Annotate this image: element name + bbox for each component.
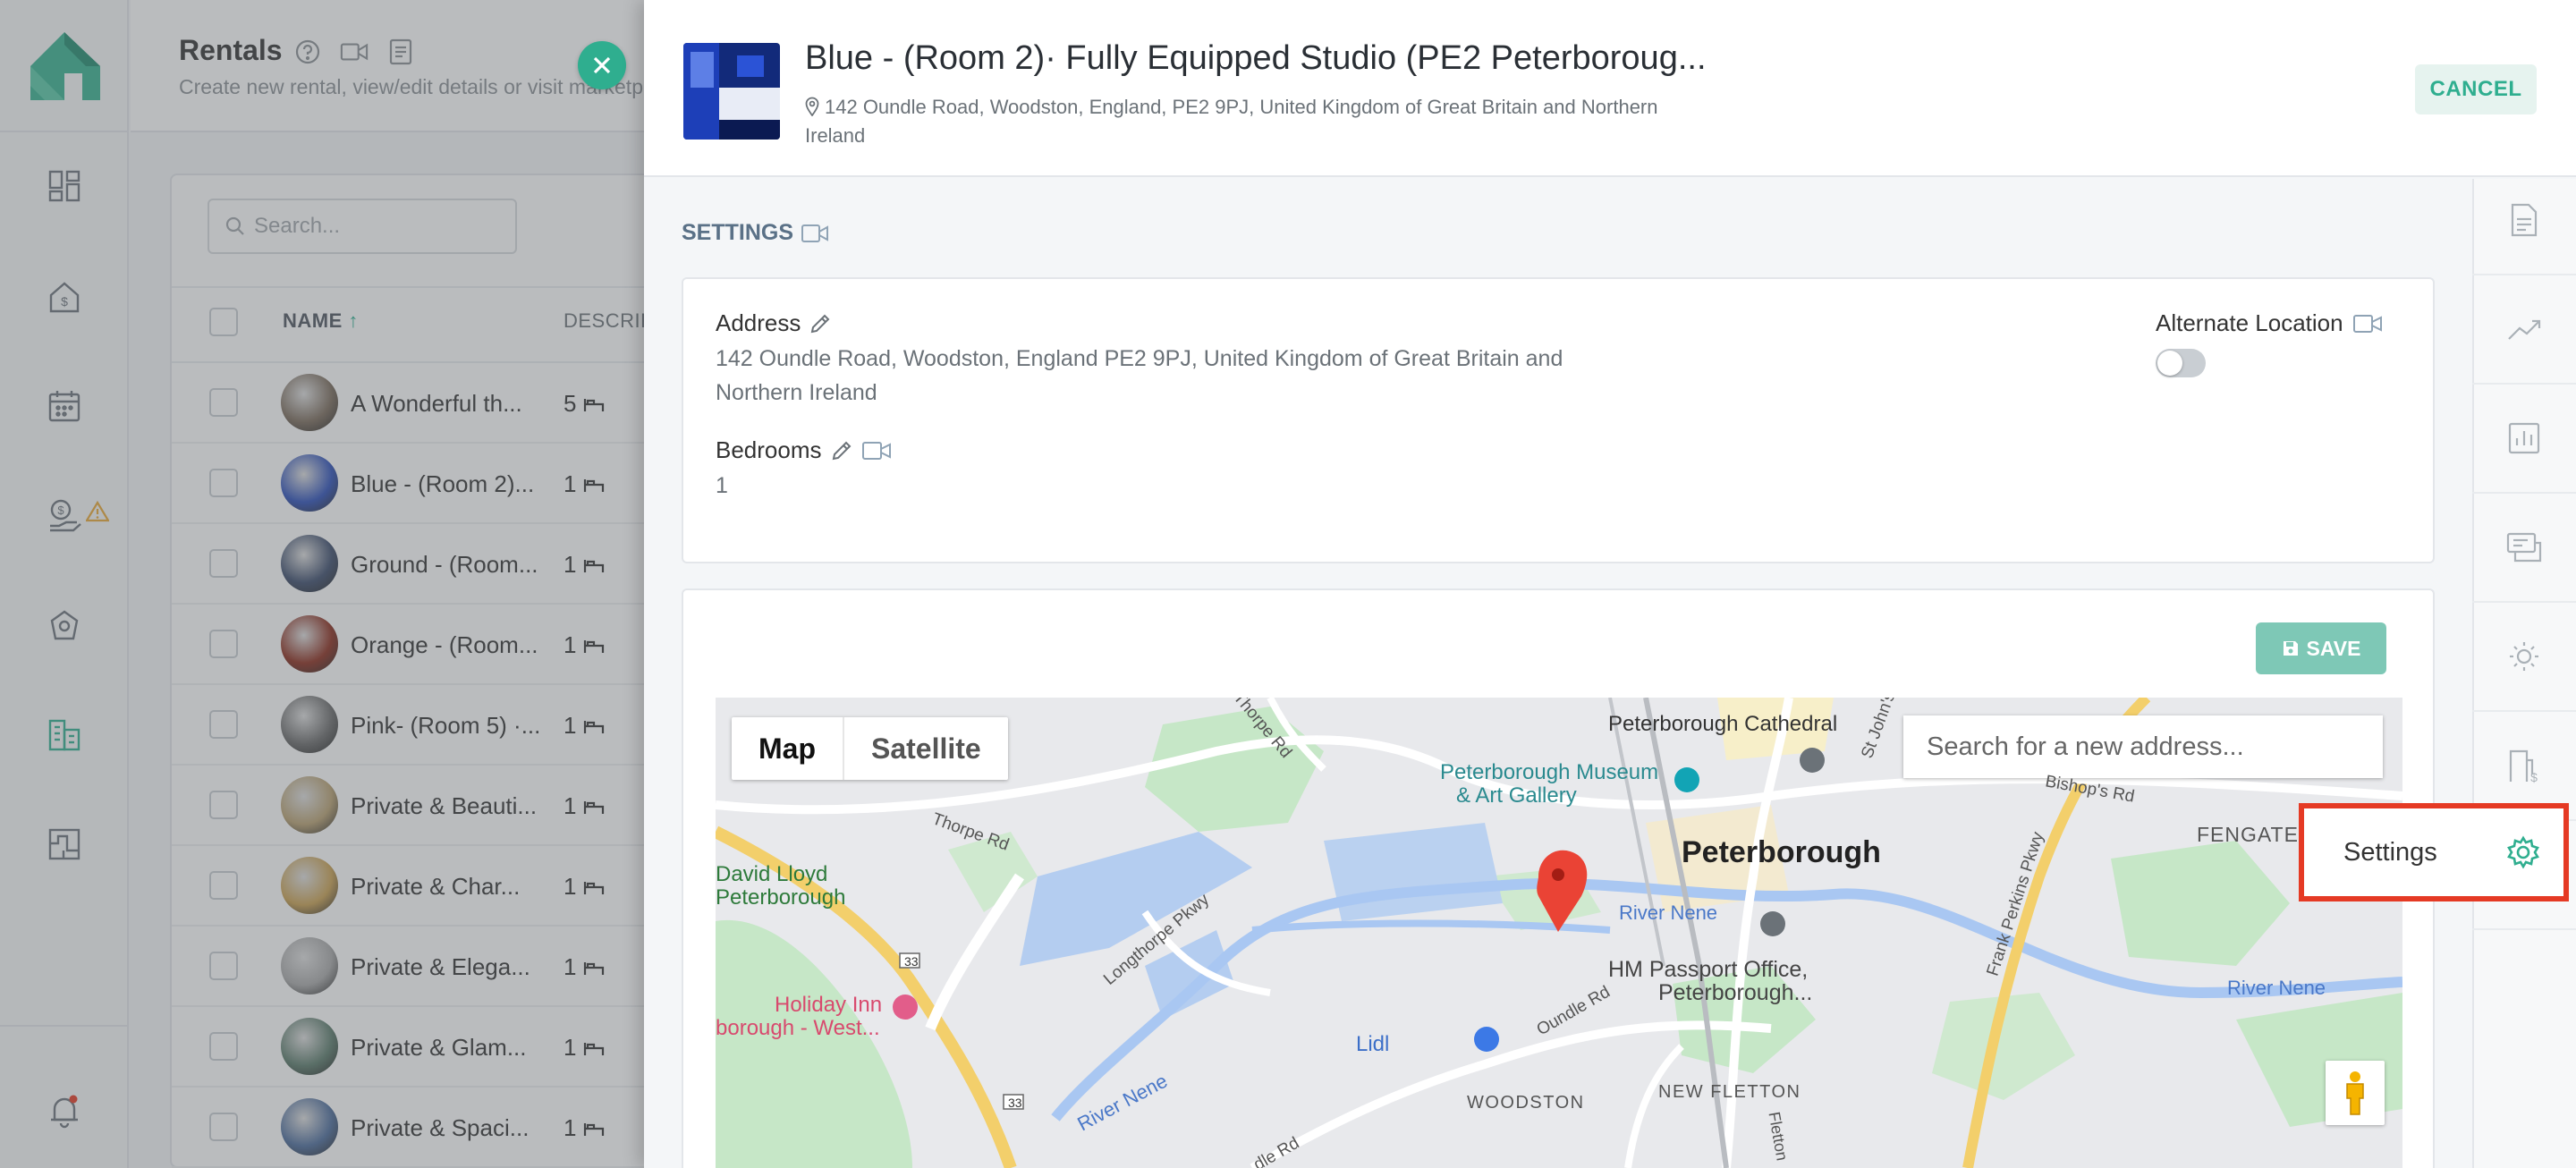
alternate-location-text: Alternate Location <box>2156 309 2343 336</box>
close-drawer-button[interactable] <box>578 41 626 89</box>
svg-text:$: $ <box>2530 770 2538 783</box>
map-type-map[interactable]: Map <box>732 717 843 780</box>
map-label: borough - West... <box>716 1016 880 1040</box>
sun-icon[interactable] <box>2472 603 2576 712</box>
ticket-icon[interactable] <box>2472 494 2576 603</box>
map-type-satellite[interactable]: Satellite <box>843 717 1008 780</box>
floppy-icon <box>2283 641 2298 656</box>
rental-thumbnail <box>683 43 780 140</box>
drawer-address-text: 142 Oundle Road, Woodston, England, PE2 … <box>805 96 1658 147</box>
settings-section-label: SETTINGS <box>682 220 794 245</box>
map-label: 33 <box>904 954 919 969</box>
video-icon[interactable] <box>2352 313 2383 334</box>
bedrooms-label: Bedrooms <box>716 436 892 464</box>
map-address-search[interactable]: Search for a new address... <box>1903 715 2383 778</box>
map-label: 33 <box>1008 1096 1022 1110</box>
location-map[interactable]: Map Satellite Search for a new address..… <box>716 698 2402 1168</box>
close-icon <box>593 56 611 74</box>
modal-backdrop[interactable] <box>0 0 644 1168</box>
bedrooms-value: 1 <box>716 473 728 498</box>
video-icon[interactable] <box>801 223 829 244</box>
map-label: River Nene <box>1619 901 1718 924</box>
video-icon[interactable] <box>861 440 892 461</box>
save-button[interactable]: SAVE <box>2256 622 2386 674</box>
edit-address-icon[interactable] <box>809 313 831 334</box>
chart-icon[interactable] <box>2472 385 2576 494</box>
address-value: 142 Oundle Road, Woodston, England PE2 9… <box>716 346 1563 405</box>
street-view-pegman[interactable] <box>2326 1061 2385 1125</box>
pegman-icon <box>2346 1071 2364 1115</box>
map-label: Peterborough Cathedral <box>1608 712 1838 736</box>
map-label: Peterborough <box>1682 835 1881 869</box>
toggle-knob <box>2157 351 2182 376</box>
trend-icon[interactable] <box>2472 275 2576 385</box>
map-label: & Art Gallery <box>1456 783 1577 808</box>
location-pin-icon <box>805 97 819 116</box>
drawer-title: Blue - (Room 2)· Fully Equipped Studio (… <box>805 39 1707 77</box>
alternate-location-label: Alternate Location <box>2156 309 2383 337</box>
map-label: Peterborough Museum <box>1440 760 1659 784</box>
map-label: Peterborough <box>716 885 846 910</box>
address-label: Address <box>716 309 831 337</box>
section-title: SETTINGS <box>682 220 829 246</box>
drawer-address: 142 Oundle Road, Woodston, England, PE2 … <box>805 93 1664 150</box>
gear-icon <box>2507 835 2539 869</box>
drawer-header <box>644 0 2576 177</box>
settings-label: Settings <box>2343 837 2437 867</box>
map-label: Peterborough... <box>1658 980 1813 1005</box>
map-label: WOODSTON <box>1467 1093 1585 1113</box>
map-label: HM Passport Office, <box>1608 957 1809 982</box>
map-label: David Lloyd <box>716 862 828 886</box>
cancel-button[interactable]: CANCEL <box>2415 64 2537 114</box>
address-label-text: Address <box>716 309 801 336</box>
alternate-location-toggle[interactable] <box>2156 349 2206 377</box>
document-icon[interactable] <box>2472 166 2576 275</box>
map-label: NEW FLETTON <box>1658 1082 1801 1102</box>
bedrooms-label-text: Bedrooms <box>716 436 822 463</box>
save-label: SAVE <box>2306 636 2361 660</box>
map-type-control: Map Satellite <box>732 717 1008 780</box>
map-label: River Nene <box>2227 977 2326 999</box>
map-label: Lidl <box>1356 1032 1390 1056</box>
settings-menu-item[interactable]: Settings <box>2299 803 2569 901</box>
edit-bedrooms-icon[interactable] <box>831 440 852 461</box>
map-label: Holiday Inn <box>775 993 883 1017</box>
map-label: FENGATE <box>2197 823 2299 846</box>
